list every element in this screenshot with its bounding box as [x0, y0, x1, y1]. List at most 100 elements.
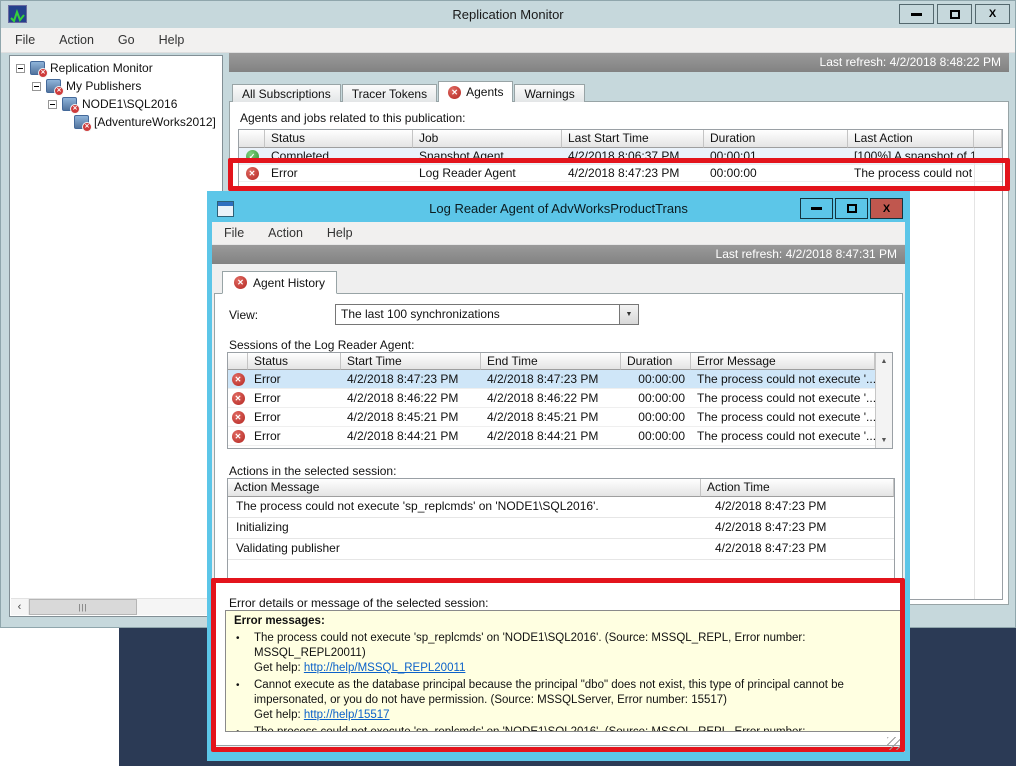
header-last-action[interactable]: Last Action [848, 130, 974, 148]
resize-grip[interactable] [887, 737, 900, 750]
cell-start: 4/2/2018 8:46:22 PM [341, 389, 481, 408]
collapse-icon[interactable] [16, 64, 25, 73]
error-status-icon: ✕ [232, 411, 245, 424]
cell-action-time: 4/2/2018 8:47:23 PM [701, 497, 894, 518]
tree-node-label: My Publishers [66, 79, 141, 93]
menu-action[interactable]: Action [59, 33, 94, 47]
tab-label: All Subscriptions [242, 87, 331, 101]
tree-node-replication-monitor[interactable]: ✕ Replication Monitor [10, 59, 222, 77]
header-duration[interactable]: Duration [621, 353, 691, 370]
cell-duration: 00:00:00 [621, 408, 691, 427]
publisher-tree-pane: ✕ Replication Monitor ✕ My Publishers ✕ … [9, 55, 223, 617]
session-row[interactable]: ✕ Error 4/2/2018 8:45:21 PM 4/2/2018 8:4… [228, 408, 875, 427]
action-row[interactable]: The process could not execute 'sp_replcm… [228, 497, 894, 518]
cell-start: 4/2/2018 8:45:21 PM [341, 408, 481, 427]
replication-monitor-node-icon: ✕ [30, 61, 45, 75]
close-button[interactable]: X [975, 4, 1010, 24]
maximize-button[interactable] [937, 4, 972, 24]
cell-start: 4/2/2018 8:44:21 PM [341, 427, 481, 446]
header-action-message[interactable]: Action Message [228, 479, 701, 497]
cell-duration: 00:00:00 [621, 427, 691, 446]
dialog-titlebar[interactable]: Log Reader Agent of AdvWorksProductTrans… [212, 196, 905, 222]
tab-label: Warnings [524, 87, 574, 101]
header-spacer [974, 130, 1002, 148]
dialog-menu-file[interactable]: File [224, 226, 244, 240]
scrollbar-thumb[interactable]: ||| [29, 599, 137, 615]
tab-warnings[interactable]: Warnings [514, 84, 584, 102]
tab-label: Agent History [253, 276, 325, 290]
dialog-maximize-button[interactable] [835, 198, 868, 219]
tree-horizontal-scrollbar[interactable]: ‹ ||| [11, 598, 221, 615]
scroll-up-icon[interactable]: ▲ [876, 353, 892, 369]
cell-end: 4/2/2018 8:46:22 PM [481, 389, 621, 408]
header-last-start-time[interactable]: Last Start Time [562, 130, 704, 148]
scroll-left-icon[interactable]: ‹ [11, 599, 29, 615]
error-badge-icon: ✕ [54, 86, 64, 96]
header-start-time[interactable]: Start Time [341, 353, 481, 370]
dialog-close-button[interactable]: X [870, 198, 903, 219]
dialog-menu-action[interactable]: Action [268, 226, 303, 240]
scroll-down-icon[interactable]: ▼ [876, 432, 892, 448]
close-icon: X [883, 196, 890, 222]
header-duration[interactable]: Duration [704, 130, 848, 148]
actions-table: Action Message Action Time The process c… [227, 478, 895, 583]
header-icon-col[interactable] [228, 353, 248, 370]
dialog-menu-help[interactable]: Help [327, 226, 353, 240]
collapse-icon[interactable] [32, 82, 41, 91]
sessions-label: Sessions of the Log Reader Agent: [229, 338, 414, 352]
dialog-minimize-button[interactable] [800, 198, 833, 219]
close-icon: X [989, 1, 996, 28]
header-action-time[interactable]: Action Time [701, 479, 894, 497]
maximize-icon [847, 204, 857, 213]
error-status-icon: ✕ [232, 430, 245, 443]
menu-help[interactable]: Help [159, 33, 185, 47]
chevron-down-icon[interactable]: ▼ [619, 305, 638, 324]
tree-node-server[interactable]: ✕ NODE1\SQL2016 [10, 95, 222, 113]
session-row[interactable]: ✕ Error 4/2/2018 8:47:23 PM 4/2/2018 8:4… [228, 370, 875, 389]
header-job[interactable]: Job [413, 130, 562, 148]
action-row[interactable]: Initializing 4/2/2018 8:47:23 PM [228, 518, 894, 539]
header-end-time[interactable]: End Time [481, 353, 621, 370]
tab-agent-history[interactable]: ✕ Agent History [222, 271, 337, 294]
main-titlebar[interactable]: Replication Monitor X [1, 1, 1015, 28]
main-menubar: File Action Go Help [1, 28, 1015, 53]
cell-message: The process could not execute '... [691, 427, 875, 446]
cell-message: The process could not execute '... [691, 408, 875, 427]
error-badge-icon: ✕ [70, 104, 80, 114]
tab-all-subscriptions[interactable]: All Subscriptions [232, 84, 341, 102]
minimize-button[interactable] [899, 4, 934, 24]
tree-node-my-publishers[interactable]: ✕ My Publishers [10, 77, 222, 95]
server-node-icon: ✕ [62, 97, 77, 111]
collapse-icon[interactable] [48, 100, 57, 109]
header-status[interactable]: Status [265, 130, 413, 148]
tree-node-publication[interactable]: ✕ [AdventureWorks2012] [10, 113, 222, 131]
publishers-node-icon: ✕ [46, 79, 61, 93]
dialog-last-refresh: Last refresh: 4/2/2018 8:47:31 PM [716, 247, 897, 261]
sessions-vertical-scrollbar[interactable]: ▲ ▼ [875, 353, 892, 448]
header-error-message[interactable]: Error Message [691, 353, 875, 370]
cell-status: Error [248, 408, 341, 427]
desktop-background-patch [0, 628, 119, 766]
view-dropdown[interactable]: The last 100 synchronizations ▼ [335, 304, 639, 325]
desktop: { "icons": { "error_glyph": "✕", "succes… [0, 0, 1016, 766]
tab-tracer-tokens[interactable]: Tracer Tokens [342, 84, 437, 102]
cell-action-message: Validating publisher [228, 539, 701, 560]
tab-agents[interactable]: ✕ Agents [438, 81, 513, 102]
session-row[interactable]: ✕ Error 4/2/2018 8:44:21 PM 4/2/2018 8:4… [228, 427, 875, 446]
action-row[interactable]: Validating publisher 4/2/2018 8:47:23 PM [228, 539, 894, 560]
menu-go[interactable]: Go [118, 33, 135, 47]
main-last-refresh: Last refresh: 4/2/2018 8:48:22 PM [820, 55, 1001, 69]
error-status-icon: ✕ [232, 373, 245, 386]
error-badge-icon: ✕ [38, 68, 48, 78]
minimize-icon [811, 207, 822, 210]
error-status-icon: ✕ [448, 86, 461, 99]
actions-header-row: Action Message Action Time [228, 479, 894, 497]
cell-duration: 00:00:00 [621, 370, 691, 389]
cell-end: 4/2/2018 8:47:23 PM [481, 370, 621, 389]
header-status[interactable]: Status [248, 353, 341, 370]
menu-file[interactable]: File [15, 33, 35, 47]
header-icon-col[interactable] [239, 130, 265, 148]
main-window-controls: X [896, 4, 1010, 24]
view-dropdown-value: The last 100 synchronizations [336, 305, 619, 324]
session-row[interactable]: ✕ Error 4/2/2018 8:46:22 PM 4/2/2018 8:4… [228, 389, 875, 408]
